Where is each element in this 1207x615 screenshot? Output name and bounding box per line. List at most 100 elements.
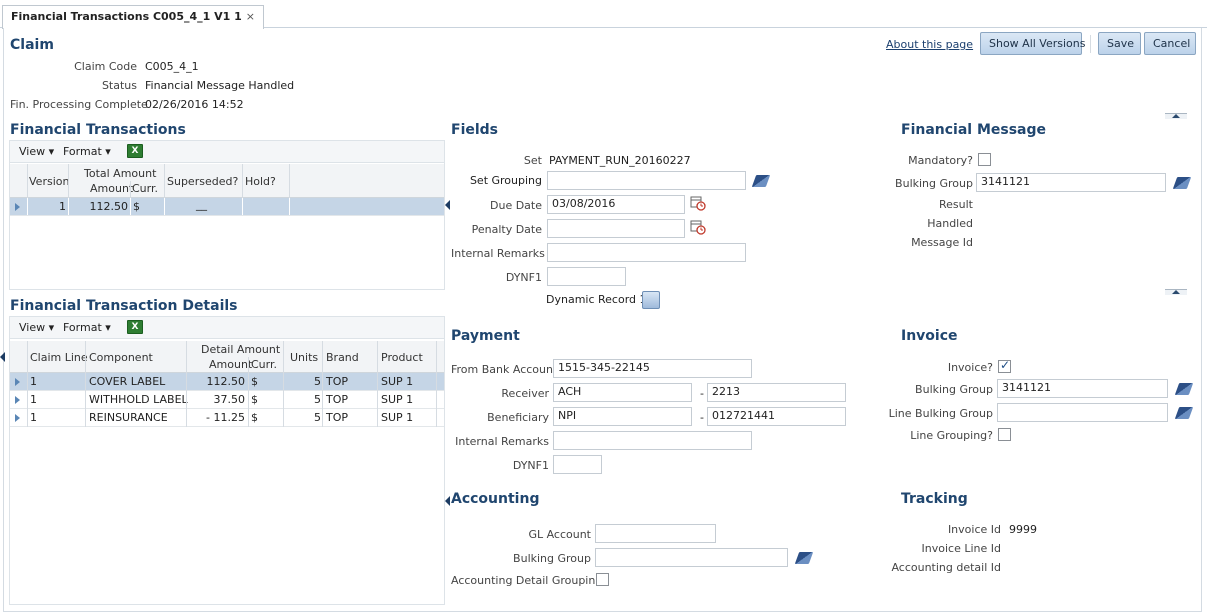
accounting-bulking-group-label: Bulking Group [513,552,591,565]
about-this-page-link[interactable]: About this page [886,38,973,51]
col-total-amount: Total Amount [84,167,157,180]
penalty-date-label: Penalty Date [471,223,542,236]
invoice-bulking-group-input[interactable]: 3141121 [997,379,1168,398]
from-bank-account-input[interactable]: 1515-345-22145 [553,359,752,378]
cell-curr: $ [251,411,258,424]
table-row[interactable]: 1 112.50 $ __ [10,198,444,216]
panel-splitter-handle[interactable] [445,198,450,212]
col-curr: Curr. [132,182,158,195]
mandatory-checkbox[interactable] [978,153,991,166]
col-superseded: Superseded? [167,175,239,188]
grid-header: Version Total Amount Amount Curr. Supers… [10,164,444,198]
collapse-icon[interactable] [1165,113,1187,119]
row-expand-icon[interactable] [15,414,20,422]
dynamic-record-icon[interactable] [642,291,660,309]
invoice-section-title: Invoice [901,328,958,344]
save-button[interactable]: Save [1098,32,1141,55]
format-label: Format [63,321,102,334]
dynf1-input[interactable] [547,267,626,286]
cell-product: SUP 1 [381,411,414,424]
claim-code-label: Claim Code [74,60,137,73]
accounting-detail-grouping-checkbox[interactable] [596,573,609,586]
invoice-bulking-group-label: Bulking Group [915,383,993,396]
close-icon[interactable]: × [246,10,255,23]
col-version: Version [29,175,70,188]
chevron-down-icon: ▾ [48,321,55,334]
line-bulking-group-input[interactable] [997,403,1168,422]
invoice-checkbox[interactable] [998,358,1011,373]
cell-claim-line: 1 [30,411,37,424]
col-amount: Amount [209,358,253,371]
cell-amount: - 11.25 [206,411,245,424]
show-all-versions-button[interactable]: Show All Versions [980,32,1086,55]
set-grouping-input[interactable] [547,171,746,190]
view-label: View [19,321,46,334]
payment-dynf1-label: DYNF1 [512,459,549,472]
panel-splitter-handle[interactable] [445,494,450,508]
financial-transaction-details-grid: View ▾ Format ▾ X Claim Line Component D… [9,316,445,605]
due-date-input[interactable]: 03/08/2016 [547,195,685,214]
excel-export-icon[interactable]: X [127,320,143,334]
cell-amount: 112.50 [206,375,246,388]
accounting-bulking-group-input[interactable] [595,548,788,567]
row-expand-icon[interactable] [15,378,20,386]
gl-account-label: GL Account [528,528,591,541]
result-label: Result [939,198,973,211]
status-value: Financial Message Handled [145,79,295,92]
calendar-icon[interactable] [690,219,706,235]
col-product: Product [381,351,423,364]
format-menu[interactable]: Format ▾ [63,321,111,334]
receiver-label: Receiver [501,387,549,400]
row-expand-icon[interactable] [15,203,20,211]
cell-brand: TOP [326,393,349,406]
cell-component: COVER LABEL [89,375,166,388]
claim-section-title: Claim [10,37,54,53]
cancel-button[interactable]: Cancel [1144,32,1196,55]
cell-component: REINSURANCE [89,411,168,424]
table-row[interactable]: 1 WITHHOLD LABEL 37.50 $ 5 TOP SUP 1 [10,391,444,409]
table-row[interactable]: 1 COVER LABEL 112.50 $ 5 TOP SUP 1 [10,373,444,391]
col-curr: Curr. [251,358,277,371]
collapse-icon[interactable] [1165,289,1187,295]
set-value: PAYMENT_RUN_20160227 [549,154,691,167]
cell-claim-line: 1 [30,375,37,388]
line-grouping-checkbox[interactable] [998,428,1011,441]
penalty-date-input[interactable] [547,219,685,238]
payment-internal-remarks-input[interactable] [553,431,752,450]
invoice-id-value: 9999 [1009,523,1037,536]
left-splitter-handle[interactable] [0,350,5,364]
cell-units: 5 [314,393,321,406]
view-menu[interactable]: View ▾ [19,321,54,334]
chevron-down-icon: ▾ [105,145,111,158]
bulking-group-label: Bulking Group [895,177,973,190]
payment-internal-remarks-label: Internal Remarks [455,435,549,448]
divider [1090,35,1091,53]
cell-brand: TOP [326,411,349,424]
receiver-input[interactable]: ACH [553,383,692,402]
receiver-id-input[interactable]: 2213 [707,383,846,402]
internal-remarks-input[interactable] [547,243,746,262]
col-units: Units [290,351,319,364]
gl-account-input[interactable] [595,524,716,543]
table-row[interactable]: 1 REINSURANCE - 11.25 $ 5 TOP SUP 1 [10,409,444,427]
tab-financial-transactions[interactable]: Financial Transactions C005_4_1 V1 1 × [2,5,264,29]
accounting-section-title: Accounting [451,491,540,507]
payment-dynf1-input[interactable] [553,455,602,474]
excel-export-icon[interactable]: X [127,144,143,158]
set-label: Set [523,154,542,167]
line-grouping-label: Line Grouping? [910,429,993,442]
dynamic-record-label: Dynamic Record 1 [546,293,647,306]
row-expand-icon[interactable] [15,396,20,404]
grid-header: Claim Line Component Detail Amount Amoun… [10,341,444,373]
format-menu[interactable]: Format ▾ [63,145,111,158]
internal-remarks-label: Internal Remarks [451,247,545,260]
beneficiary-input[interactable]: NPI [553,407,692,426]
accounting-detail-id-label: Accounting detail Id [891,561,1001,574]
calendar-icon[interactable] [690,195,706,211]
view-menu[interactable]: View ▾ [19,145,54,158]
bulking-group-input[interactable]: 3141121 [976,173,1166,192]
financial-transaction-details-title: Financial Transaction Details [10,298,238,314]
financial-message-title: Financial Message [901,122,1047,138]
cell-component: WITHHOLD LABEL [89,393,188,406]
beneficiary-id-input[interactable]: 012721441 [707,407,846,426]
